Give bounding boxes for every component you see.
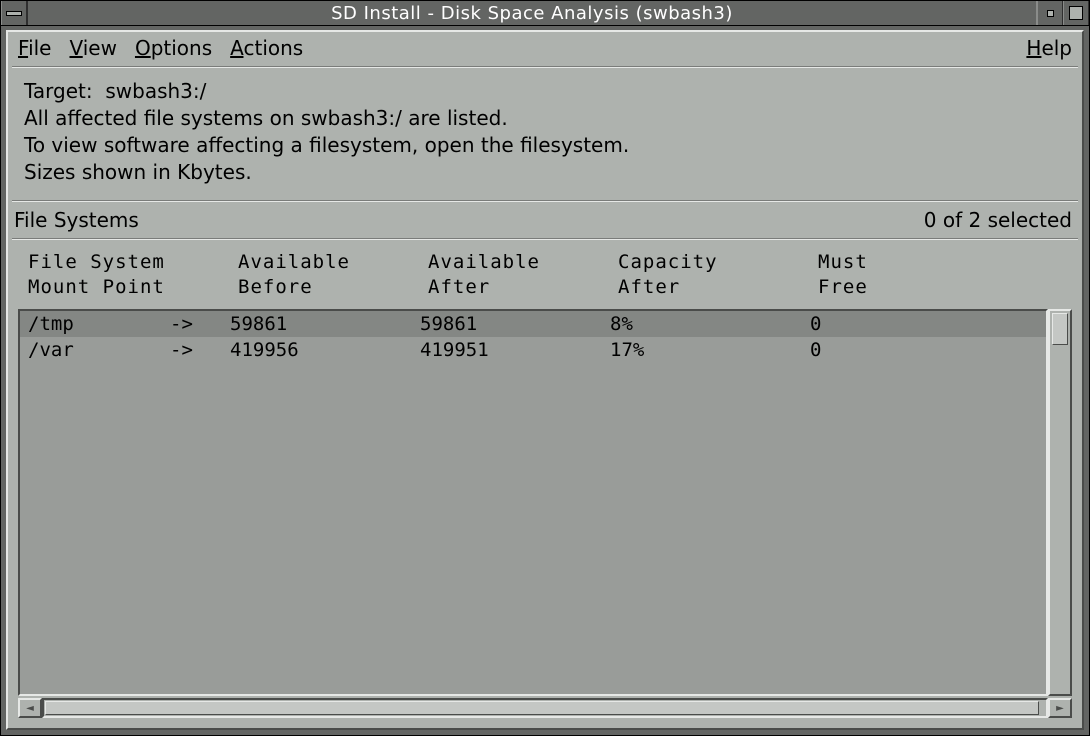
info-line-4: Sizes shown in Kbytes. [24, 160, 252, 184]
window-title: SD Install - Disk Space Analysis (swbash… [27, 1, 1037, 25]
column-headers: File System Mount Point Available Before… [18, 244, 1072, 309]
cell-capacity-after: 17% [610, 339, 810, 361]
col-mount-point: File System Mount Point [28, 250, 178, 299]
target-label: Target: [24, 79, 93, 103]
horizontal-scrollbar[interactable]: ◄ ► [18, 698, 1072, 718]
menu-view[interactable]: View [69, 36, 116, 60]
filesystems-panel: File System Mount Point Available Before… [18, 244, 1072, 718]
filesystems-header: File Systems 0 of 2 selected [8, 202, 1082, 238]
col-must-free: Must Free [818, 250, 1066, 299]
scrollbar-thumb[interactable] [1052, 313, 1068, 345]
cell-avail-before: 59861 [230, 313, 420, 335]
cell-avail-before: 419956 [230, 339, 420, 361]
client-area: File View Options Actions Help Target: s… [1, 26, 1089, 735]
window-menu-button[interactable] [1, 1, 27, 25]
cell-capacity-after: 8% [610, 313, 810, 335]
filesystems-label: File Systems [14, 208, 139, 232]
cell-avail-after: 59861 [420, 313, 610, 335]
menu-file[interactable]: File [18, 36, 51, 60]
list-wrap: /tmp->59861598618%0/var->41995641995117%… [18, 309, 1072, 696]
table-row[interactable]: /var->41995641995117%0 [20, 337, 1046, 363]
cell-arrow: -> [170, 313, 230, 335]
filesystems-listbox[interactable]: /tmp->59861598618%0/var->41995641995117%… [18, 309, 1048, 696]
cell-must-free: 0 [810, 339, 1042, 361]
cell-mount: /tmp [28, 313, 170, 335]
menu-actions[interactable]: Actions [230, 36, 303, 60]
cell-avail-after: 419951 [420, 339, 610, 361]
title-bar: SD Install - Disk Space Analysis (swbash… [1, 1, 1089, 26]
window-root: SD Install - Disk Space Analysis (swbash… [0, 0, 1090, 736]
table-row[interactable]: /tmp->59861598618%0 [20, 311, 1046, 337]
selection-status: 0 of 2 selected [924, 208, 1072, 232]
vertical-scrollbar[interactable] [1048, 309, 1072, 696]
separator [12, 238, 1078, 240]
target-value: swbash3:/ [105, 79, 206, 103]
scroll-right-button[interactable]: ► [1048, 698, 1072, 718]
maximize-button[interactable] [1063, 1, 1089, 25]
scroll-left-button[interactable]: ◄ [18, 698, 42, 718]
menu-options[interactable]: Options [135, 36, 212, 60]
minimize-button[interactable] [1037, 1, 1063, 25]
menu-help[interactable]: Help [1026, 36, 1072, 60]
info-line-3: To view software affecting a filesystem,… [24, 133, 629, 157]
scrollbar-track[interactable] [42, 698, 1048, 718]
cell-mount: /var [28, 339, 170, 361]
inner-frame: File View Options Actions Help Target: s… [6, 30, 1084, 730]
col-available-before: Available Before [238, 250, 428, 299]
cell-arrow: -> [170, 339, 230, 361]
col-available-after: Available After [428, 250, 618, 299]
scrollbar-thumb[interactable] [45, 701, 1039, 715]
col-capacity-after: Capacity After [618, 250, 818, 299]
cell-must-free: 0 [810, 313, 1042, 335]
info-panel: Target: swbash3:/ All affected file syst… [8, 68, 1082, 200]
menu-bar: File View Options Actions Help [8, 32, 1082, 66]
info-line-2: All affected file systems on swbash3:/ a… [24, 106, 508, 130]
